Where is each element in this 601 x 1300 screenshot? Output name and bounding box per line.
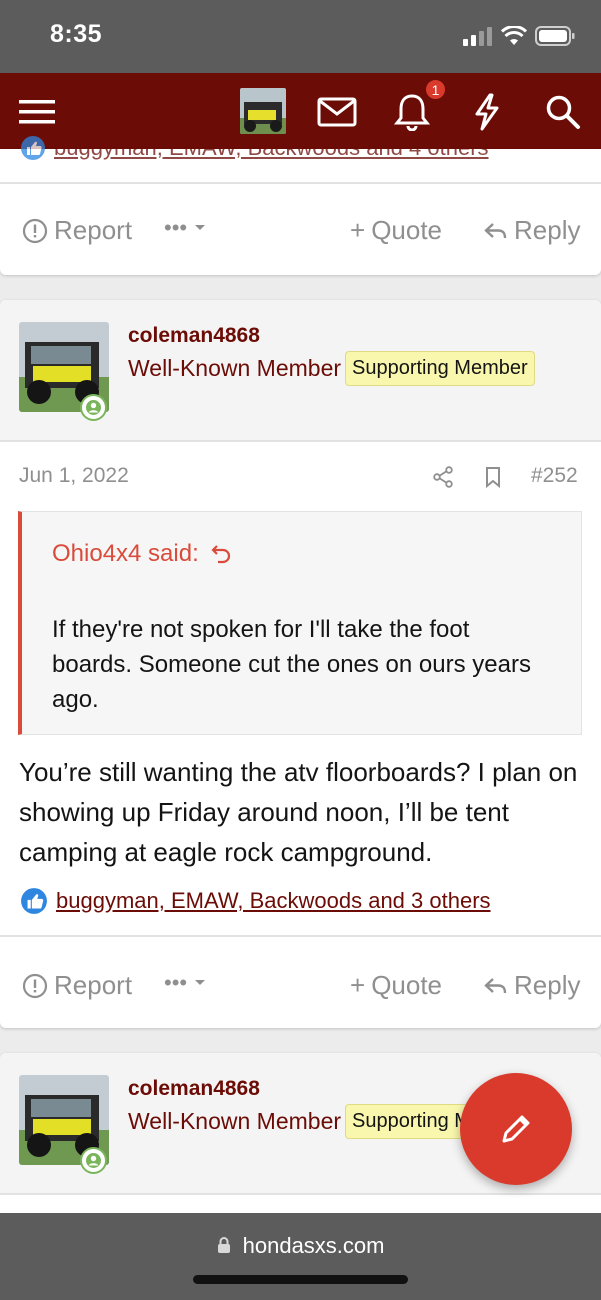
whats-new-bolt-icon[interactable] <box>464 89 510 135</box>
reactions-link[interactable]: buggyman, EMAW, Backwoods and 3 others <box>56 888 491 914</box>
home-indicator[interactable] <box>193 1275 408 1284</box>
quote-button[interactable]: + Quote <box>350 215 442 246</box>
account-avatar[interactable] <box>240 88 286 134</box>
quote-block: Ohio4x4 said: If they're not spoken for … <box>18 511 582 735</box>
more-label: ••• <box>164 970 188 995</box>
user-title: Well-Known Member <box>128 355 342 381</box>
user-banner-badge: Supporting Member <box>345 351 535 386</box>
report-icon <box>22 973 48 998</box>
like-icon <box>21 888 47 914</box>
username-link[interactable]: coleman4868 <box>128 324 260 348</box>
reply-icon <box>484 977 507 993</box>
new-post-button[interactable] <box>460 1073 572 1185</box>
previous-post-card: buggyman, EMAW, Backwoods and 4 others R… <box>0 135 601 275</box>
more-label: ••• <box>164 215 188 240</box>
url-display: hondasxs.com <box>0 1233 601 1259</box>
plus-icon: + <box>350 970 366 1000</box>
quote-text: If they're not spoken for I'll take the … <box>52 616 531 713</box>
post-number-link[interactable]: #252 <box>531 464 578 488</box>
report-icon <box>22 218 48 243</box>
divider <box>0 935 601 937</box>
post-actions: Report ••• + Quote Reply <box>0 938 601 1028</box>
search-icon[interactable] <box>540 89 586 135</box>
user-title: Well-Known Member <box>128 1108 342 1134</box>
menu-icon[interactable] <box>14 89 60 135</box>
report-label: Report <box>54 970 133 1000</box>
like-icon <box>21 136 45 160</box>
inbox-icon[interactable] <box>314 89 360 135</box>
browser-url-bar[interactable]: hondasxs.com <box>0 1213 601 1300</box>
report-label: Report <box>54 215 133 245</box>
reply-button[interactable]: Reply <box>484 970 580 1001</box>
reply-icon <box>484 222 507 238</box>
battery-icon <box>535 26 575 46</box>
previous-post-actions: Report ••• + Quote Reply <box>0 184 601 274</box>
status-time: 8:35 <box>50 20 103 48</box>
report-button[interactable]: Report <box>22 970 132 1001</box>
alerts-count-badge: 1 <box>424 78 447 101</box>
quote-author-link[interactable]: Ohio4x4 said: <box>52 540 231 568</box>
pencil-icon <box>502 1115 530 1143</box>
status-bar: 8:35 <box>0 0 601 73</box>
more-options-button[interactable]: ••• <box>164 970 207 996</box>
quote-label: Quote <box>371 215 443 245</box>
plus-icon: + <box>350 215 366 245</box>
report-button[interactable]: Report <box>22 215 132 246</box>
jump-to-quote-icon <box>211 545 230 564</box>
post-date[interactable]: Jun 1, 2022 <box>19 464 129 488</box>
chevron-down-icon <box>195 980 206 985</box>
username-link[interactable]: coleman4868 <box>128 1077 260 1101</box>
divider <box>0 1193 601 1195</box>
previous-post-reactions: buggyman, EMAW, Backwoods and 4 others <box>20 135 489 161</box>
lock-icon <box>217 1237 230 1253</box>
post-reactions: buggyman, EMAW, Backwoods and 3 others <box>20 887 491 915</box>
divider <box>0 440 601 442</box>
wifi-icon <box>501 26 527 45</box>
post-body: You’re still wanting the atv floorboards… <box>19 757 578 867</box>
reply-label: Reply <box>514 215 581 245</box>
share-icon[interactable] <box>432 466 454 493</box>
bookmark-icon[interactable] <box>484 466 502 493</box>
post-user-header: coleman4868 Well-Known Member Supporting… <box>0 300 601 440</box>
more-options-button[interactable]: ••• <box>164 215 207 241</box>
reactions-link[interactable]: buggyman, EMAW, Backwoods and 4 others <box>54 135 489 161</box>
online-status-icon <box>80 1147 107 1174</box>
quote-author: Ohio4x4 said: <box>52 540 199 567</box>
chevron-down-icon <box>195 225 206 230</box>
reply-button[interactable]: Reply <box>484 215 580 246</box>
reply-label: Reply <box>514 970 581 1000</box>
quote-button[interactable]: + Quote <box>350 970 442 1001</box>
url-text: hondasxs.com <box>242 1233 385 1258</box>
status-icons <box>463 26 575 46</box>
signal-icon <box>463 27 492 46</box>
quote-label: Quote <box>371 970 443 1000</box>
online-status-icon <box>80 394 107 421</box>
